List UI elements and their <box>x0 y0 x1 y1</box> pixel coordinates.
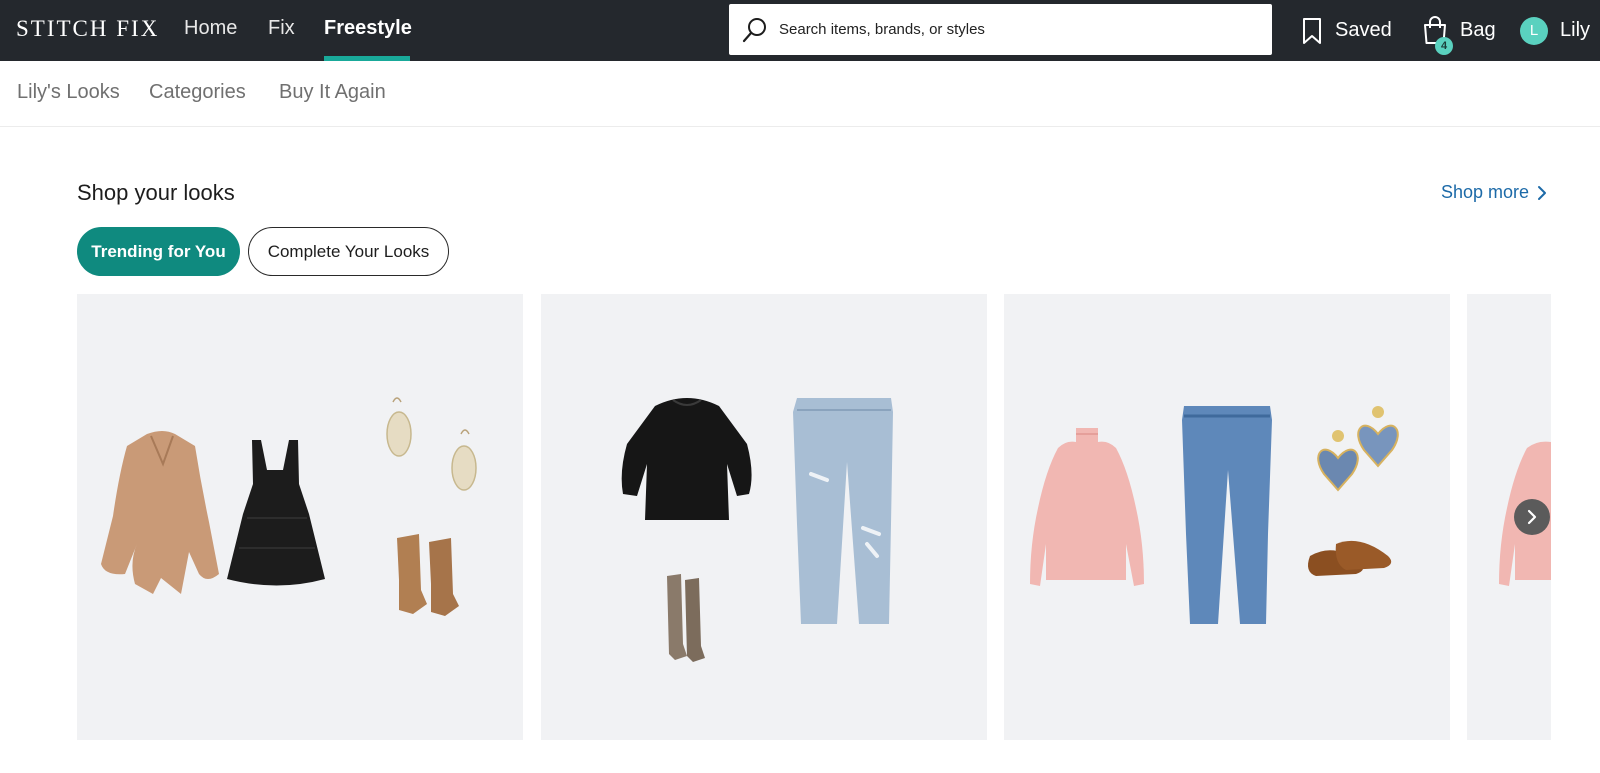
stitch-fix-logo[interactable]: STITCH FIX <box>16 16 159 42</box>
black-dress-image <box>227 440 325 586</box>
user-menu[interactable]: L Lily <box>1520 0 1590 61</box>
bookmark-icon <box>1303 17 1321 44</box>
look-card[interactable] <box>1004 294 1450 740</box>
light-jeans-image <box>793 398 893 624</box>
medium-jeans-image <box>1182 406 1272 624</box>
shop-more-link[interactable]: Shop more <box>1441 182 1547 203</box>
look-card[interactable] <box>77 294 523 740</box>
nav-home[interactable]: Home <box>184 17 237 40</box>
chevron-right-icon <box>1538 185 1547 200</box>
black-top-image <box>621 398 752 520</box>
shop-more-label: Shop more <box>1441 182 1530 202</box>
avatar: L <box>1520 16 1548 45</box>
bag-icon-wrap: 4 <box>1422 15 1453 55</box>
pink-turtleneck-image <box>1030 428 1144 586</box>
saved-label: Saved <box>1335 19 1392 41</box>
user-name: Lily <box>1560 19 1591 41</box>
saved-button[interactable]: Saved <box>1301 0 1392 61</box>
search-box[interactable] <box>729 4 1272 55</box>
search-icon <box>742 18 766 43</box>
bag-count-badge: 4 <box>1435 36 1453 55</box>
look-card[interactable] <box>541 294 987 740</box>
tab-trending-for-you[interactable]: Trending for You <box>77 227 240 276</box>
subnav-lilys-looks[interactable]: Lily's Looks <box>17 81 120 104</box>
search-input[interactable] <box>779 4 1259 55</box>
tan-boots-image <box>397 534 459 616</box>
taupe-boots-image <box>667 574 705 662</box>
tab-complete-your-looks[interactable]: Complete Your Looks <box>248 227 449 276</box>
top-nav-bar: STITCH FIX Home Fix Freestyle Saved 4 Ba… <box>0 0 1600 61</box>
section-title: Shop your looks <box>77 180 235 205</box>
velvet-loafers-image <box>1308 540 1392 576</box>
bag-label: Bag <box>1460 19 1496 41</box>
carousel-next-button[interactable] <box>1514 499 1550 535</box>
nav-fix[interactable]: Fix <box>268 17 295 40</box>
subnav-categories[interactable]: Categories <box>149 81 246 104</box>
gold-earrings-image <box>386 397 477 491</box>
sub-nav: Lily's Looks Categories Buy It Again <box>0 61 1600 127</box>
nav-freestyle[interactable]: Freestyle <box>324 17 412 40</box>
beaded-earrings-image <box>1317 406 1399 492</box>
bag-button[interactable]: 4 Bag <box>1422 0 1496 61</box>
chevron-right-icon <box>1527 509 1537 525</box>
tan-cardigan-image <box>101 431 219 594</box>
subnav-buy-it-again[interactable]: Buy It Again <box>279 81 386 104</box>
